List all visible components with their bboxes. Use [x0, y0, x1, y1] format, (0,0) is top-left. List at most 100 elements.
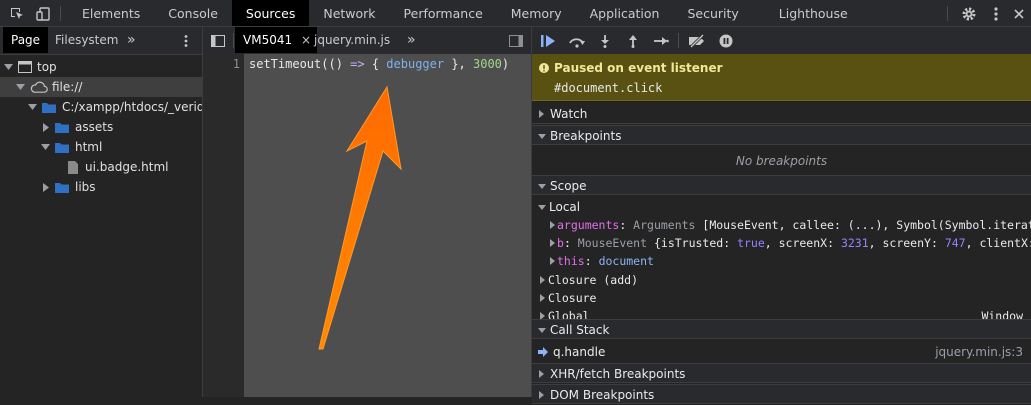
tree-item-html[interactable]: html	[41, 137, 102, 157]
tab-performance[interactable]: Performance	[390, 0, 497, 26]
call-frame-name: q.handle	[553, 345, 606, 359]
section-label: Scope	[550, 179, 587, 193]
step-icon[interactable]	[649, 27, 673, 54]
var-value: 747	[944, 236, 966, 250]
collapsed-triangle-icon	[548, 216, 557, 234]
expanded-triangle-icon	[537, 176, 546, 196]
current-frame-arrow-icon	[538, 347, 548, 357]
editor-tabs: VM5041 × jquery.min.js »	[203, 27, 531, 55]
code-token: },	[444, 57, 473, 71]
tab-filesystem[interactable]: Filesystem	[55, 27, 118, 53]
navigator-panel: Page Filesystem » top file:// C:/xampp/h…	[0, 27, 203, 397]
editor-tab-jquery[interactable]: jquery.min.js	[314, 27, 390, 53]
expanded-triangle-icon	[537, 198, 546, 216]
kebab-menu-icon[interactable]	[985, 0, 1007, 27]
tree-label: C:/xampp/htdocs/_veridate	[62, 100, 202, 114]
var-value: , clientX: …	[965, 236, 1031, 250]
tab-console[interactable]: Console	[154, 0, 232, 26]
expanded-triangle-icon	[4, 57, 13, 77]
collapsed-triangle-icon	[537, 364, 546, 384]
info-icon	[539, 63, 549, 73]
inspect-element-icon[interactable]	[6, 0, 28, 27]
tree-label: top	[37, 60, 57, 74]
code-line[interactable]: setTimeout(() => { debugger }, 3000)	[249, 57, 509, 71]
expanded-triangle-icon	[41, 137, 50, 157]
collapsed-triangle-icon	[538, 271, 547, 289]
paused-banner: Paused on event listener #document.click	[532, 54, 1031, 101]
scope-var-b[interactable]: b: MouseEvent {isTrusted: true, screenX:…	[532, 234, 1031, 252]
step-over-icon[interactable]	[565, 27, 589, 54]
more-tabs-chevron-icon[interactable]: »	[127, 27, 136, 53]
section-breakpoints[interactable]: Breakpoints	[532, 125, 1031, 145]
expanded-triangle-icon	[16, 77, 25, 97]
scope-local[interactable]: Local	[532, 198, 1031, 216]
section-scope[interactable]: Scope	[532, 175, 1031, 195]
var-value: document	[598, 254, 654, 268]
annotation-arrow-icon	[318, 85, 402, 350]
folder-icon	[55, 182, 69, 193]
collapsed-triangle-icon	[548, 234, 557, 252]
call-frame-location[interactable]: jquery.min.js:3	[935, 342, 1023, 362]
section-call-stack[interactable]: Call Stack	[532, 319, 1031, 339]
toggle-debugger-icon[interactable]	[505, 27, 527, 54]
tab-page[interactable]: Page	[3, 27, 49, 53]
debugger-sidebar: Paused on event listener #document.click…	[531, 27, 1031, 404]
toolbar-divider	[947, 6, 948, 21]
expanded-triangle-icon	[537, 320, 546, 340]
settings-gear-icon[interactable]	[958, 0, 980, 27]
tree-label: ui.badge.html	[85, 160, 169, 174]
tab-application[interactable]: Application	[576, 0, 674, 26]
tree-item-file-origin[interactable]: file://	[0, 77, 202, 97]
line-number[interactable]: 1	[203, 57, 240, 71]
tree-item-ui-badge-html[interactable]: ui.badge.html	[68, 157, 169, 177]
no-breakpoints-message: No breakpoints	[735, 154, 828, 168]
tree-label: file://	[52, 80, 83, 94]
line-gutter[interactable]	[203, 54, 244, 397]
section-label: Breakpoints	[550, 129, 622, 143]
file-icon	[68, 160, 78, 174]
tab-network[interactable]: Network	[309, 0, 389, 26]
toolbar-divider	[233, 33, 234, 48]
editor-tab-vm5041[interactable]: VM5041 ×	[235, 27, 317, 53]
deactivate-breakpoints-icon[interactable]	[685, 27, 709, 54]
tab-elements[interactable]: Elements	[68, 0, 154, 26]
section-xhr-breakpoints[interactable]: XHR/fetch Breakpoints	[532, 363, 1031, 383]
folder-icon	[42, 102, 56, 113]
code-token-debugger: debugger	[386, 57, 445, 71]
device-toolbar-icon[interactable]	[32, 0, 54, 27]
pause-on-exceptions-icon[interactable]	[714, 27, 738, 54]
tab-sources[interactable]: Sources	[231, 0, 310, 26]
call-frame[interactable]: q.handle jquery.min.js:3	[532, 342, 1031, 362]
scope-var-arguments[interactable]: arguments: Arguments [MouseEvent, callee…	[532, 216, 1031, 234]
var-value: 3231	[840, 236, 869, 250]
tab-lighthouse[interactable]: Lighthouse	[753, 0, 862, 26]
tab-memory[interactable]: Memory	[497, 0, 576, 26]
collapsed-triangle-icon	[537, 104, 546, 124]
tree-item-libs[interactable]: libs	[41, 177, 96, 197]
section-watch[interactable]: Watch	[532, 104, 1031, 124]
debugger-toolbar	[532, 27, 1031, 55]
section-label: XHR/fetch Breakpoints	[550, 367, 686, 381]
navigator-menu-icon[interactable]	[176, 27, 196, 54]
section-label: Call Stack	[550, 323, 610, 337]
section-dom-breakpoints[interactable]: DOM Breakpoints	[532, 384, 1031, 404]
tree-item-top[interactable]: top	[4, 57, 57, 77]
scope-closure-add[interactable]: Closure (add)	[532, 271, 1031, 289]
tab-security[interactable]: Security	[673, 0, 752, 26]
folder-icon	[55, 122, 69, 133]
tree-item-folder-root[interactable]: C:/xampp/htdocs/_veridate	[28, 97, 202, 117]
step-out-icon[interactable]	[621, 27, 645, 54]
resume-icon[interactable]	[536, 27, 560, 54]
tree-item-assets[interactable]: assets	[41, 117, 113, 137]
code-token: {	[364, 57, 387, 71]
frame-icon	[18, 61, 32, 73]
cloud-icon	[30, 81, 48, 93]
more-tabs-chevron-icon[interactable]: »	[407, 27, 416, 53]
close-tab-icon[interactable]: ×	[301, 33, 311, 47]
close-devtools-icon[interactable]	[1008, 0, 1030, 27]
expanded-triangle-icon	[537, 126, 546, 146]
step-into-icon[interactable]	[593, 27, 617, 54]
scope-closure[interactable]: Closure	[532, 289, 1031, 307]
scope-var-this[interactable]: this: document	[532, 252, 1031, 270]
toggle-navigator-icon[interactable]	[207, 27, 229, 54]
